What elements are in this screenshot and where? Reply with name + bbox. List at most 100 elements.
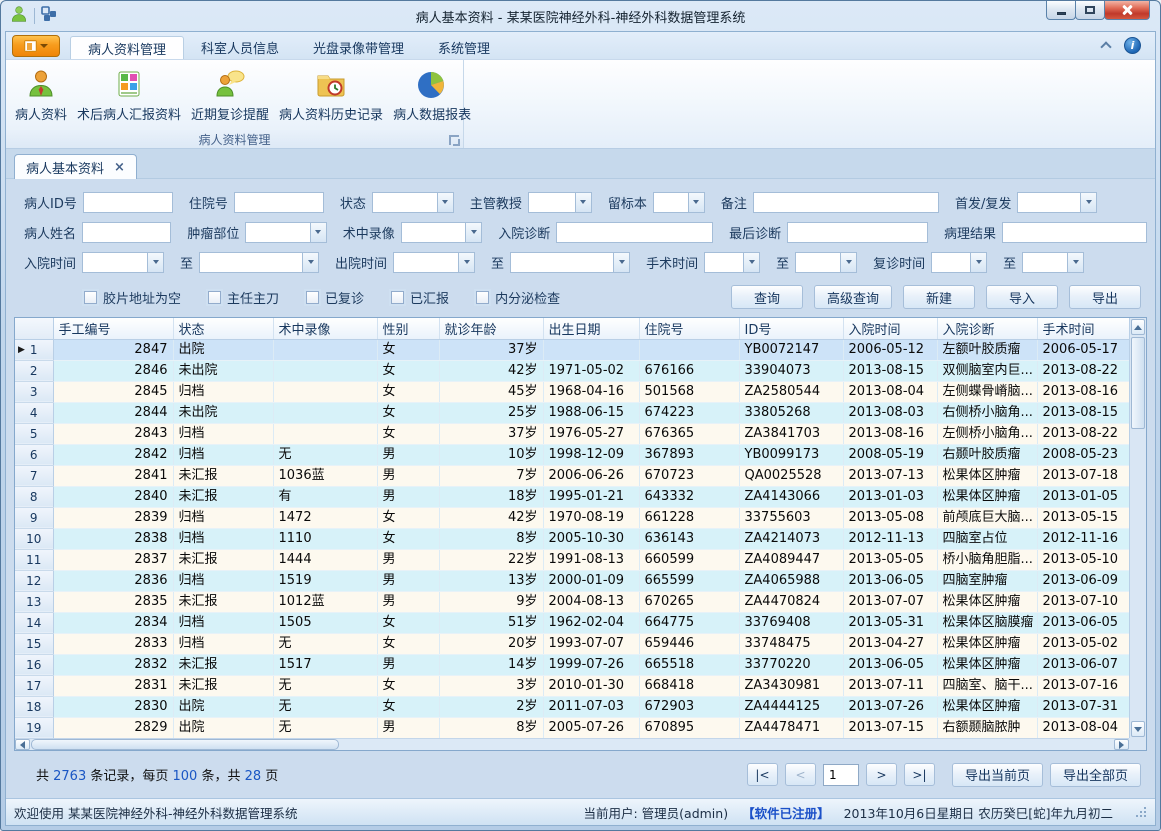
table-cell[interactable]: 2008-05-23 <box>1037 444 1129 465</box>
filter-combobox[interactable] <box>931 252 987 273</box>
table-cell[interactable]: 出院 <box>173 696 273 717</box>
table-cell[interactable]: 1962-02-04 <box>543 612 639 633</box>
close-button[interactable] <box>1104 1 1150 20</box>
table-cell[interactable]: 女 <box>377 675 439 696</box>
table-cell[interactable]: 2013-07-26 <box>843 696 937 717</box>
table-cell[interactable]: 1968-04-16 <box>543 381 639 402</box>
action-button[interactable]: 新建 <box>903 285 975 309</box>
filter-input[interactable] <box>234 192 324 213</box>
dropdown-arrow-icon[interactable] <box>310 223 326 242</box>
table-cell[interactable]: ZA4089447 <box>739 549 843 570</box>
action-button[interactable]: 导入 <box>986 285 1058 309</box>
ribbon-tab-staff-info[interactable]: 科室人员信息 <box>184 35 296 59</box>
table-cell[interactable]: 2847 <box>53 339 173 360</box>
table-cell[interactable]: 2830 <box>53 696 173 717</box>
table-cell[interactable]: 2013-08-16 <box>1037 381 1129 402</box>
row-selector-cell[interactable]: 13 <box>15 591 53 612</box>
table-cell[interactable]: 未汇报 <box>173 675 273 696</box>
table-row[interactable]: 92839归档1472女42岁1970-08-19661228337556032… <box>15 507 1129 528</box>
table-cell[interactable]: 女 <box>377 339 439 360</box>
table-cell[interactable]: ZA4470824 <box>739 591 843 612</box>
column-header[interactable]: 入院时间 <box>843 318 937 339</box>
table-row[interactable]: 42844未出院女25岁1988-06-15674223338052682013… <box>15 402 1129 423</box>
table-cell[interactable]: 2013-08-16 <box>843 423 937 444</box>
action-button[interactable]: 导出 <box>1069 285 1141 309</box>
table-cell[interactable]: 1995-01-21 <box>543 486 639 507</box>
filter-checkbox[interactable]: 主任主刀 <box>208 288 279 307</box>
table-cell[interactable]: 2013-01-05 <box>1037 486 1129 507</box>
tab-close-icon[interactable]: × <box>114 161 125 174</box>
table-cell[interactable]: 女 <box>377 381 439 402</box>
table-cell[interactable]: ZA4143066 <box>739 486 843 507</box>
ribbon-button-revisit-reminder[interactable]: 近期复诊提醒 <box>186 63 274 125</box>
table-cell[interactable]: 2839 <box>53 507 173 528</box>
table-cell[interactable]: 右侧桥小脑角... <box>937 402 1037 423</box>
table-cell[interactable]: 未汇报 <box>173 549 273 570</box>
last-page-button[interactable]: >| <box>904 763 935 786</box>
table-cell[interactable]: 670723 <box>639 465 739 486</box>
table-cell[interactable]: 2013-07-07 <box>843 591 937 612</box>
dropdown-arrow-icon[interactable] <box>613 253 629 272</box>
horizontal-scroll-thumb[interactable] <box>31 739 339 750</box>
table-cell[interactable]: 2013-05-08 <box>843 507 937 528</box>
filter-input[interactable] <box>82 222 171 243</box>
table-row[interactable]: 1▶2847出院女37岁YB00721472006-05-12左额叶胶质瘤200… <box>15 339 1129 360</box>
table-cell[interactable]: 33755603 <box>739 507 843 528</box>
table-cell[interactable]: 无 <box>273 633 377 654</box>
table-cell[interactable]: 归档 <box>173 612 273 633</box>
table-cell[interactable]: 归档 <box>173 570 273 591</box>
dropdown-arrow-icon[interactable] <box>302 253 318 272</box>
table-cell[interactable]: 659446 <box>639 633 739 654</box>
table-cell[interactable]: 右颞叶胶质瘤 <box>937 444 1037 465</box>
row-selector-cell[interactable]: 8 <box>15 486 53 507</box>
row-selector-cell[interactable]: 18 <box>15 696 53 717</box>
table-cell[interactable]: 2013-06-09 <box>1037 570 1129 591</box>
column-header[interactable]: 就诊年龄 <box>439 318 543 339</box>
action-button[interactable]: 查询 <box>731 285 803 309</box>
column-header[interactable]: 入院诊断 <box>937 318 1037 339</box>
dropdown-arrow-icon[interactable] <box>147 253 163 272</box>
table-cell[interactable]: 归档 <box>173 381 273 402</box>
action-button[interactable]: 高级查询 <box>814 285 892 309</box>
table-cell[interactable]: 2013-07-16 <box>1037 675 1129 696</box>
ribbon-button-postop-report[interactable]: 术后病人汇报资料 <box>72 63 186 125</box>
table-cell[interactable]: YB0099173 <box>739 444 843 465</box>
next-page-button[interactable]: > <box>866 763 897 786</box>
export-current-page-button[interactable]: 导出当前页 <box>952 763 1043 787</box>
table-cell[interactable]: 2833 <box>53 633 173 654</box>
table-cell[interactable]: 3岁 <box>439 675 543 696</box>
row-selector-cell[interactable]: 2 <box>15 360 53 381</box>
table-cell[interactable]: 2000-01-09 <box>543 570 639 591</box>
column-header[interactable]: 术中录像 <box>273 318 377 339</box>
table-cell[interactable]: 归档 <box>173 423 273 444</box>
table-cell[interactable]: 45岁 <box>439 381 543 402</box>
page-number-input[interactable] <box>823 764 859 786</box>
checkbox-box-icon[interactable] <box>208 291 221 304</box>
table-cell[interactable]: ZA3841703 <box>739 423 843 444</box>
table-cell[interactable]: 归档 <box>173 633 273 654</box>
table-cell[interactable]: 643332 <box>639 486 739 507</box>
table-cell[interactable]: 33805268 <box>739 402 843 423</box>
app-menu-button[interactable] <box>12 35 60 57</box>
table-cell[interactable]: 男 <box>377 486 439 507</box>
table-cell[interactable]: ZA4444125 <box>739 696 843 717</box>
table-cell[interactable]: 2843 <box>53 423 173 444</box>
table-cell[interactable]: 636143 <box>639 528 739 549</box>
row-selector-cell[interactable]: 12 <box>15 570 53 591</box>
table-cell[interactable]: 女 <box>377 612 439 633</box>
table-cell[interactable]: ZA4214073 <box>739 528 843 549</box>
table-cell[interactable]: 无 <box>273 717 377 738</box>
table-cell[interactable]: 松果体区肿瘤 <box>937 465 1037 486</box>
table-row[interactable]: 142834归档1505女51岁1962-02-0466477533769408… <box>15 612 1129 633</box>
table-row[interactable]: 192829出院无男8岁2005-07-26670895ZA4478471201… <box>15 717 1129 738</box>
filter-checkbox[interactable]: 已复诊 <box>306 288 364 307</box>
table-cell[interactable]: 660599 <box>639 549 739 570</box>
ribbon-tab-patient-management[interactable]: 病人资料管理 <box>70 36 184 60</box>
row-selector-cell[interactable]: 16 <box>15 654 53 675</box>
table-cell[interactable]: 未汇报 <box>173 654 273 675</box>
table-cell[interactable]: 668418 <box>639 675 739 696</box>
table-cell[interactable]: 2840 <box>53 486 173 507</box>
table-cell[interactable]: 松果体区肿瘤 <box>937 654 1037 675</box>
table-cell[interactable]: 2837 <box>53 549 173 570</box>
table-cell[interactable]: 男 <box>377 444 439 465</box>
